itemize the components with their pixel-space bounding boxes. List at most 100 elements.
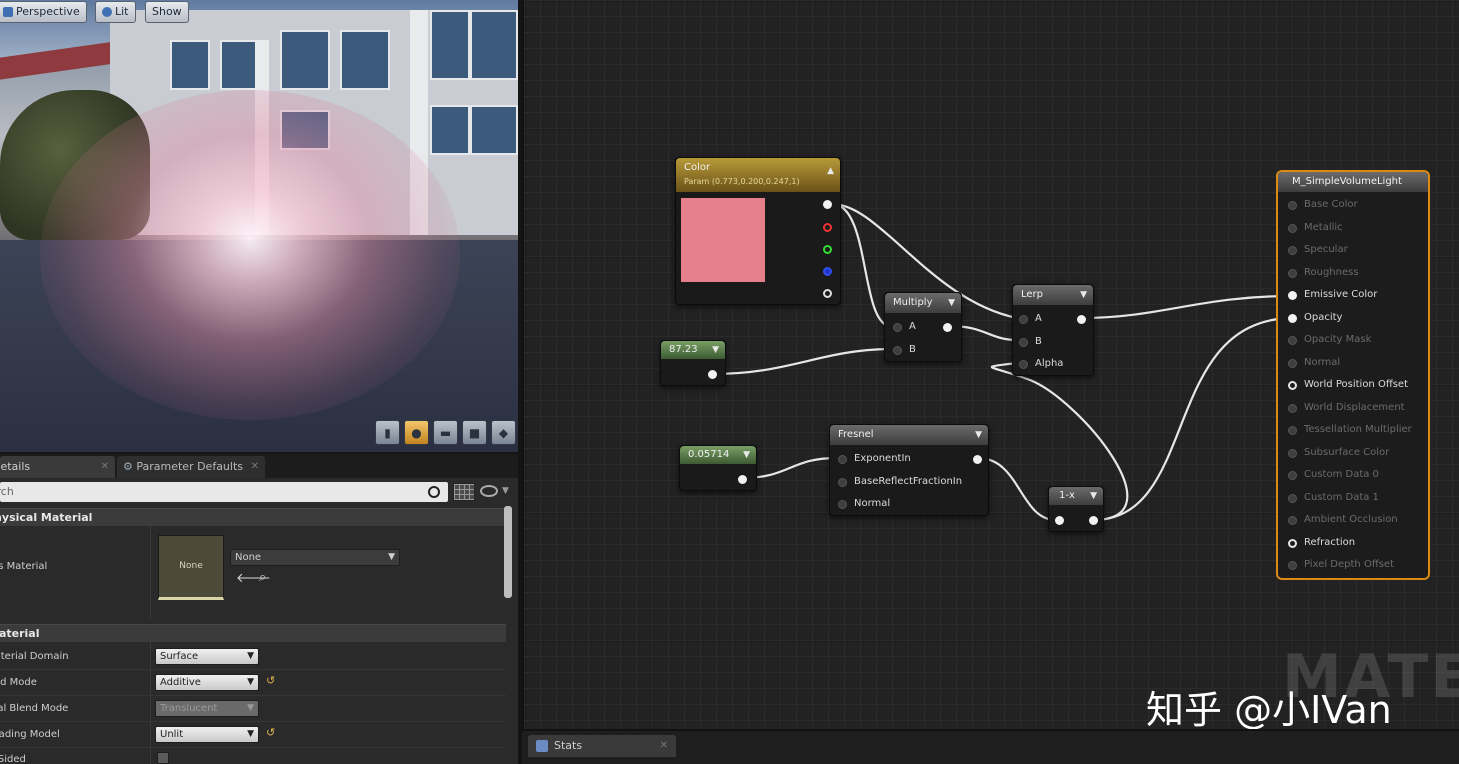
collapse-arrow-icon[interactable]: ▼ <box>743 446 750 464</box>
lerp-node[interactable]: Lerp ▼ A B Alpha <box>1012 284 1094 376</box>
perspective-button[interactable]: Perspective <box>0 1 87 23</box>
category-physical-material[interactable]: Physical Material <box>0 508 506 526</box>
output-rgb-pin[interactable] <box>823 200 832 209</box>
phys-material-combo[interactable]: None ▼ <box>230 549 400 566</box>
prop-label-text: Shading Model <box>0 729 60 740</box>
result-input-pin[interactable] <box>1288 336 1297 345</box>
result-input-pin[interactable] <box>1288 291 1297 300</box>
tab-details[interactable]: Details ✕ <box>0 456 115 478</box>
output-r-pin[interactable] <box>823 223 832 232</box>
shading-model-combo[interactable]: Unlit ▼ <box>155 726 259 743</box>
collapse-arrow-icon[interactable]: ▲ <box>827 164 834 178</box>
collapse-arrow-icon[interactable]: ▼ <box>948 293 955 313</box>
close-icon[interactable]: ✕ <box>101 456 109 478</box>
fresnel-node[interactable]: Fresnel ▼ ExponentIn BaseReflectFraction… <box>829 424 989 516</box>
property-matrix-icon[interactable] <box>453 483 475 501</box>
constant-node[interactable]: 0.05714 ▼ <box>679 445 757 491</box>
phys-material-label: Phys Material <box>0 561 47 572</box>
input-normal-pin[interactable] <box>838 500 847 509</box>
result-input-pin[interactable] <box>1288 493 1297 503</box>
node-header[interactable]: Color Param (0.773,0.200,0.247,1) ▲ <box>676 158 840 192</box>
node-header[interactable]: M_SimpleVolumeLight <box>1278 172 1428 192</box>
chevron-down-icon[interactable]: ▼ <box>502 486 509 496</box>
one-minus-node[interactable]: 1-x ▼ <box>1048 486 1104 532</box>
node-header[interactable]: 0.05714 ▼ <box>680 446 756 464</box>
browse-search-icon[interactable]: ⌕ <box>259 570 266 585</box>
category-material[interactable]: Material <box>0 624 506 642</box>
result-input-pin[interactable] <box>1288 246 1297 255</box>
chevron-down-icon: ▼ <box>388 552 395 562</box>
node-header[interactable]: Multiply ▼ <box>885 293 961 313</box>
input-a-pin[interactable] <box>893 323 902 332</box>
details-scrollbar[interactable] <box>504 506 512 598</box>
tab-parameter-defaults[interactable]: ⚙ Parameter Defaults ✕ <box>117 456 265 478</box>
result-input-pin[interactable] <box>1288 471 1297 480</box>
blend-mode-combo[interactable]: Additive ▼ <box>155 674 259 691</box>
result-input-pin[interactable] <box>1288 448 1297 458</box>
collapse-arrow-icon[interactable]: ▼ <box>1080 285 1087 305</box>
input-a-pin[interactable] <box>1019 315 1028 324</box>
input-b-pin[interactable] <box>893 346 902 355</box>
result-input-pin[interactable] <box>1288 516 1297 525</box>
window <box>430 105 470 155</box>
cube-mesh-icon[interactable]: ■ <box>462 420 487 445</box>
input-b-pin[interactable] <box>1019 338 1028 347</box>
color-swatch <box>681 198 765 282</box>
result-input-pin[interactable] <box>1288 201 1297 210</box>
result-input-pin[interactable] <box>1288 268 1297 278</box>
cylinder-mesh-icon[interactable]: ▮ <box>375 420 400 445</box>
result-input-pin[interactable] <box>1288 403 1297 413</box>
search-placeholder: Search <box>0 485 14 498</box>
material-result-node[interactable]: M_SimpleVolumeLight Base Color Metallic Sp… <box>1276 170 1430 580</box>
color-parameter-node[interactable]: Color Param (0.773,0.200,0.247,1) ▲ <box>675 157 841 305</box>
multiply-node[interactable]: Multiply ▼ A B <box>884 292 962 362</box>
plane-mesh-icon[interactable]: ▬ <box>433 420 458 445</box>
input-basereflect-pin[interactable] <box>838 478 847 487</box>
output-pin[interactable] <box>1089 516 1098 525</box>
result-input-pin[interactable] <box>1288 538 1297 548</box>
material-domain-combo[interactable]: Surface ▼ <box>155 648 259 665</box>
result-input-pin[interactable] <box>1288 223 1297 233</box>
node-header[interactable]: Lerp ▼ <box>1013 285 1093 305</box>
node-header[interactable]: Fresnel ▼ <box>830 425 988 445</box>
output-b-pin[interactable] <box>823 267 832 276</box>
output-g-pin[interactable] <box>823 245 832 254</box>
show-button[interactable]: Show <box>145 1 189 23</box>
node-header[interactable]: 87.23 ▼ <box>661 341 725 359</box>
lit-button[interactable]: Lit <box>95 1 136 23</box>
node-header[interactable]: 1-x ▼ <box>1049 487 1103 505</box>
search-icon[interactable] <box>428 486 440 498</box>
result-input-pin[interactable] <box>1288 358 1297 368</box>
preview-viewport[interactable]: Perspective Lit Show ▮ ● ▬ ■ ◆ <box>0 0 518 452</box>
input-exponentin-pin[interactable] <box>838 455 847 464</box>
output-pin[interactable] <box>1077 315 1086 324</box>
output-pin[interactable] <box>973 455 982 464</box>
output-pin[interactable] <box>738 475 747 484</box>
details-search-input[interactable]: Search <box>0 482 448 502</box>
result-input-pin[interactable] <box>1288 561 1297 570</box>
collapse-arrow-icon[interactable]: ▼ <box>975 425 982 445</box>
sphere-mesh-icon[interactable]: ● <box>404 420 429 445</box>
result-input-pin[interactable] <box>1288 426 1297 435</box>
input-alpha-pin[interactable] <box>1019 360 1028 369</box>
teapot-mesh-icon[interactable]: ◆ <box>491 420 516 445</box>
close-icon[interactable]: ✕ <box>251 456 259 478</box>
two-sided-checkbox[interactable] <box>157 752 169 764</box>
view-options-eye-icon[interactable] <box>480 485 498 497</box>
tab-stats[interactable]: Stats ✕ <box>528 735 676 757</box>
result-input-pin[interactable] <box>1288 381 1297 390</box>
collapse-arrow-icon[interactable]: ▼ <box>712 341 719 359</box>
input-pin[interactable] <box>1055 516 1064 525</box>
output-a-pin[interactable] <box>823 289 832 298</box>
reset-to-default-icon[interactable]: ↺ <box>266 726 275 739</box>
output-pin[interactable] <box>943 323 952 332</box>
result-input-pin[interactable] <box>1288 313 1297 323</box>
close-icon[interactable]: ✕ <box>660 735 668 757</box>
constant-node[interactable]: 87.23 ▼ <box>660 340 726 386</box>
output-pin[interactable] <box>708 370 717 379</box>
perspective-icon <box>3 7 13 17</box>
collapse-arrow-icon[interactable]: ▼ <box>1090 487 1097 505</box>
decal-blend-mode-value: Translucent <box>160 703 218 714</box>
phys-material-thumbnail[interactable]: None <box>158 535 224 600</box>
reset-to-default-icon[interactable]: ↺ <box>266 674 275 687</box>
